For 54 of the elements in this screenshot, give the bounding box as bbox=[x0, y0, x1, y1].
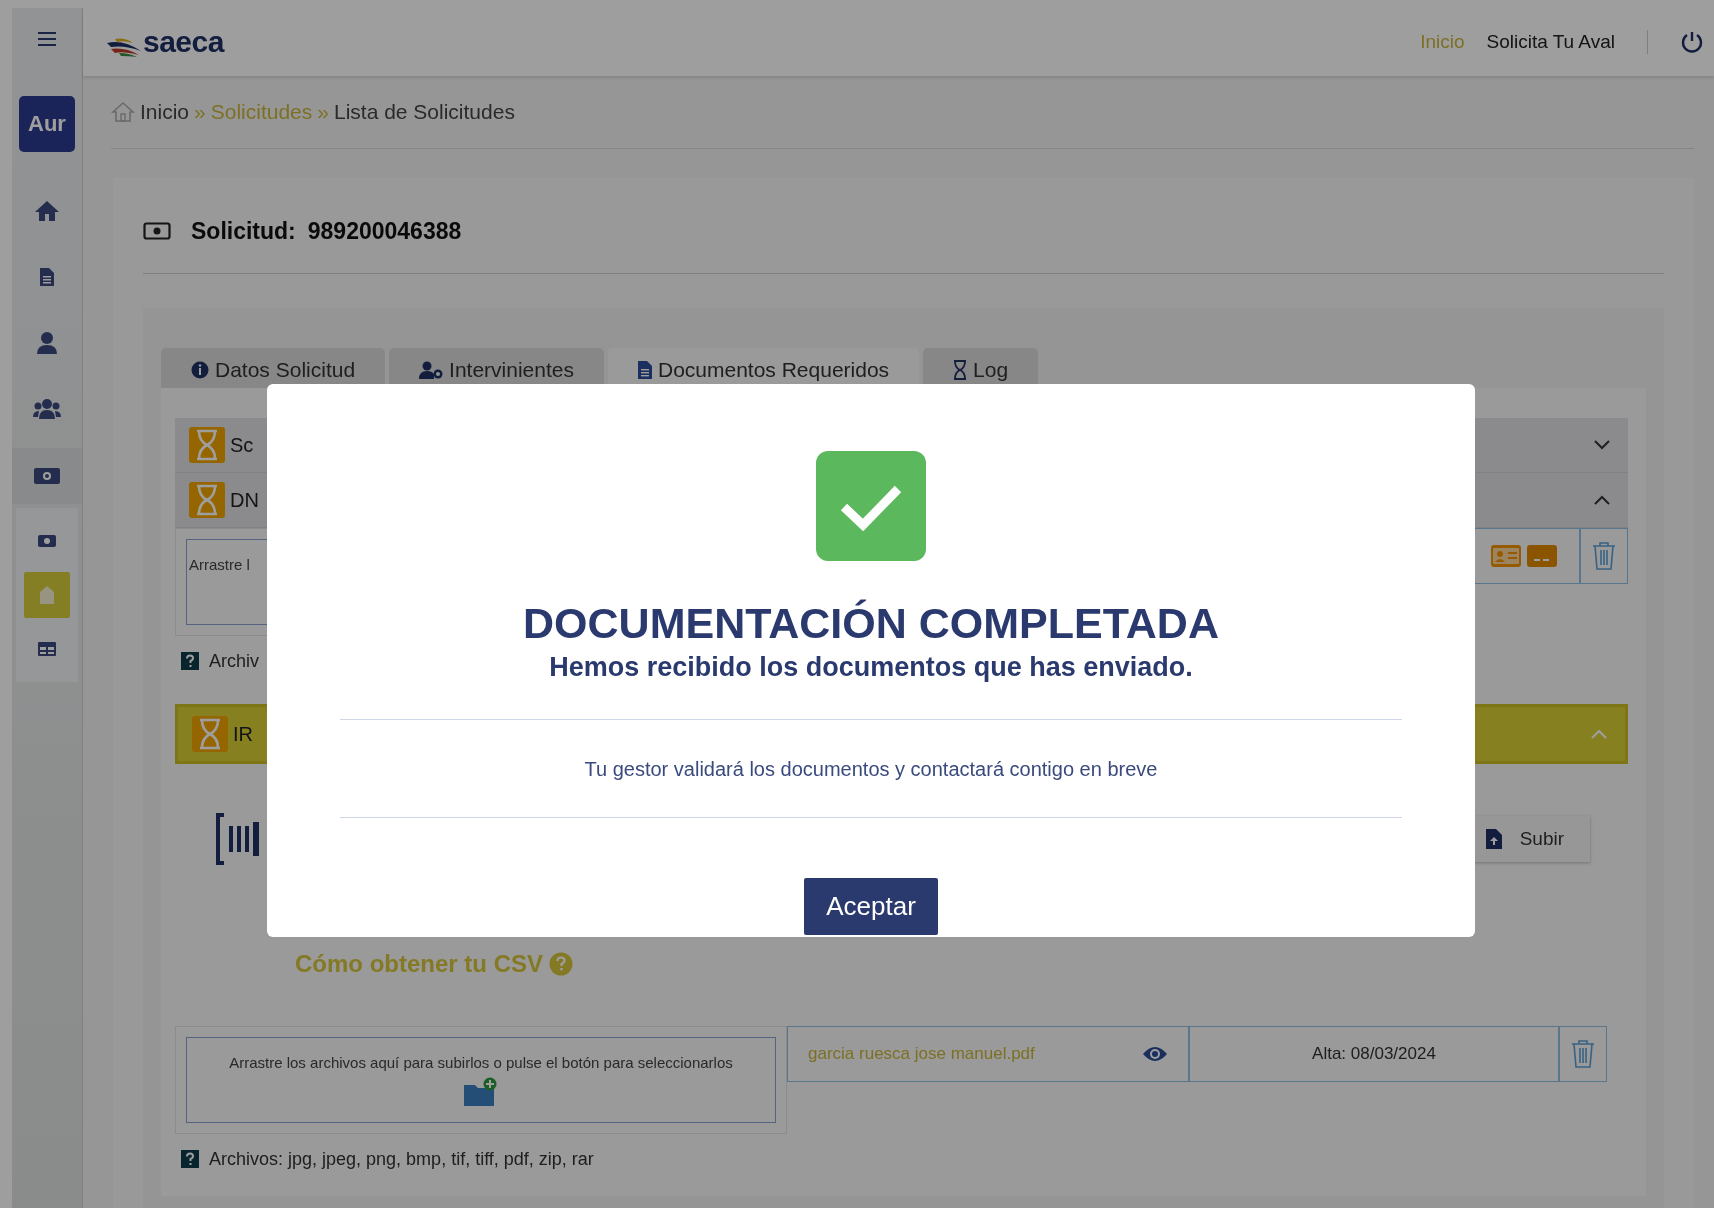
document-icon bbox=[39, 267, 55, 287]
dialog-subtitle: Hemos recibido los documentos que has enviado. bbox=[549, 652, 1193, 683]
building-icon bbox=[39, 585, 55, 605]
money-icon bbox=[37, 534, 57, 548]
chevron-icon[interactable] bbox=[1594, 440, 1610, 450]
power-icon[interactable] bbox=[1680, 30, 1704, 54]
file-types-note: Archivos: jpg, jpeg, png, bmp, tif, tiff, pdf, zip, rar bbox=[209, 1148, 594, 1170]
nav-link[interactable]: Solicita Tu Aval bbox=[1486, 31, 1615, 53]
trash-icon[interactable] bbox=[1571, 1039, 1595, 1069]
hourglass-icon bbox=[189, 427, 225, 463]
upload-date: Alta: 08/03/2024 bbox=[1189, 1026, 1559, 1082]
file-upload-icon bbox=[1485, 829, 1502, 849]
money-nav-item[interactable] bbox=[12, 448, 82, 504]
barcode-scan-icon bbox=[215, 812, 259, 866]
info-icon bbox=[191, 361, 209, 379]
hourglass-icon bbox=[192, 716, 228, 752]
request-number: 989200046388 bbox=[307, 217, 462, 245]
card-back-icon[interactable] bbox=[1527, 545, 1557, 567]
logo[interactable]: saeca bbox=[105, 25, 224, 59]
accept-button[interactable]: Aceptar bbox=[804, 878, 938, 935]
breadcrumb-link[interactable]: Lista de Solicitudes bbox=[333, 100, 515, 124]
section-title: IR bbox=[233, 722, 253, 746]
user-avatar[interactable]: Aur bbox=[19, 96, 75, 152]
hourglass-icon bbox=[953, 360, 968, 380]
document-icon bbox=[638, 361, 652, 379]
file-dropzone[interactable]: Arrastre los archivos aquí para subirlos o pulse el botón para seleccionarlos bbox=[186, 1037, 776, 1123]
breadcrumb-separator: » bbox=[194, 100, 206, 124]
money-icon bbox=[33, 467, 61, 485]
add-folder-icon bbox=[463, 1077, 499, 1107]
users-icon bbox=[419, 361, 444, 379]
person-icon bbox=[36, 331, 58, 355]
request-label: Solicitud: bbox=[191, 217, 296, 245]
logo-text: saeca bbox=[143, 25, 224, 59]
section-title: Sc bbox=[230, 433, 254, 457]
people-icon bbox=[33, 398, 61, 420]
breadcrumb-separator: » bbox=[317, 100, 329, 124]
eye-icon[interactable] bbox=[1142, 1045, 1168, 1063]
chevron-icon[interactable] bbox=[1594, 495, 1610, 505]
menu-icon[interactable] bbox=[38, 31, 56, 47]
tab[interactable]: Datos Solicitud bbox=[161, 348, 386, 388]
help-icon bbox=[181, 652, 199, 670]
file-types-note: Archiv bbox=[209, 650, 259, 672]
breadcrumb-link[interactable]: Inicio bbox=[140, 100, 190, 124]
table-icon bbox=[37, 641, 57, 657]
dialog-title: DOCUMENTACIÓN COMPLETADA bbox=[523, 599, 1219, 648]
home-icon bbox=[34, 199, 60, 223]
check-icon bbox=[816, 451, 926, 561]
dialog-message: Tu gestor validará los documentos y contactará contigo en breve bbox=[584, 758, 1158, 781]
logo-swoosh-icon bbox=[105, 37, 143, 59]
help-icon bbox=[181, 1150, 199, 1168]
section-title: DN bbox=[230, 488, 259, 512]
money-icon bbox=[143, 222, 171, 240]
hourglass-icon bbox=[189, 482, 225, 518]
trash-icon[interactable] bbox=[1592, 541, 1616, 571]
